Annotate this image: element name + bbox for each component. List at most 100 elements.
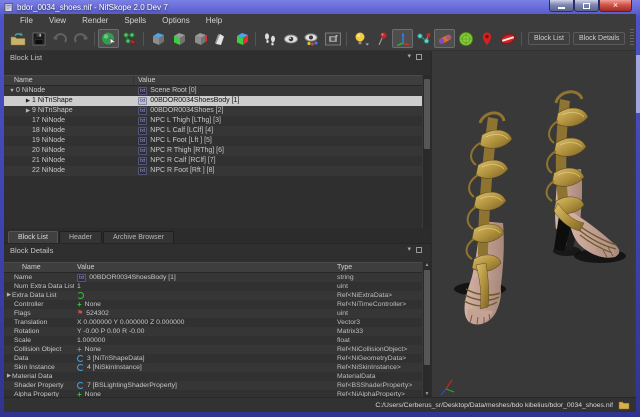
detail-row-scale[interactable]: Scale 1.000000 float — [4, 336, 422, 345]
radar-icon[interactable] — [455, 29, 476, 48]
camera-viewport-icon[interactable] — [322, 29, 343, 48]
folder-icon[interactable] — [618, 400, 630, 410]
tree-row-17-ninode[interactable]: 17 NiNode txtNPC L Thigh [LThg] [3] — [4, 116, 422, 126]
sandal-right — [547, 92, 626, 263]
tab-block-list[interactable]: Block List — [8, 231, 58, 243]
flag-icon: ⚑ — [77, 310, 83, 317]
detail-row-name[interactable]: Name txt00BDOR0034ShoesBody [1] string — [4, 273, 422, 282]
red-pin-icon[interactable] — [371, 29, 392, 48]
cube-top-blue-icon[interactable] — [147, 29, 168, 48]
string-icon: txt — [77, 274, 86, 282]
location-pin-icon[interactable] — [476, 29, 497, 48]
menu-spells[interactable]: Spells — [116, 14, 154, 27]
column-value[interactable]: Value — [74, 263, 334, 272]
tab-header[interactable]: Header — [59, 231, 102, 243]
cube-edge-red-icon[interactable] — [189, 29, 210, 48]
rgb-cube-icon[interactable] — [231, 29, 252, 48]
string-icon: txt — [138, 107, 147, 115]
no-sign-icon[interactable] — [497, 29, 518, 48]
expand-icon[interactable]: ▶ — [24, 106, 32, 116]
window-title: bdor_0034_shoes.nif - NifSkope 2.0 Dev 7 — [17, 3, 168, 12]
add-link-icon: + — [77, 301, 82, 309]
detail-row-translation[interactable]: Translation X 0.000000 Y 0.000000 Z 0.00… — [4, 318, 422, 327]
detail-row-flags[interactable]: Flags ⚑524302 uint — [4, 309, 422, 318]
block-list-scrollbar[interactable] — [422, 75, 430, 228]
tree-row-20-ninode[interactable]: 20 NiNode txtNPC R Thigh [RThg] [6] — [4, 146, 422, 156]
pick-object-icon[interactable] — [98, 29, 119, 48]
column-name[interactable]: Name — [4, 263, 74, 272]
menu-help[interactable]: Help — [198, 14, 230, 27]
column-type[interactable]: Type — [334, 263, 422, 272]
toggle-block-details-button[interactable]: Block Details — [573, 32, 625, 45]
footsteps-icon[interactable] — [259, 29, 280, 48]
pick-vertex-icon[interactable] — [119, 29, 140, 48]
expand-icon[interactable]: ▶ — [4, 372, 12, 381]
left-dock: Block List ▾ Name Value ▼0 NiNode txtSce… — [4, 51, 430, 397]
detail-row-shader-property[interactable]: Shader Property 7 [BSLightingShaderPrope… — [4, 381, 422, 390]
menubar: File View Render Spells Options Help — [4, 14, 636, 27]
render-viewport[interactable] — [430, 51, 634, 397]
open-folder-icon[interactable] — [7, 29, 28, 48]
toggle-block-list-button[interactable]: Block List — [528, 32, 570, 45]
tree-row-0-ninode[interactable]: ▼0 NiNode txtScene Root [0] — [4, 86, 422, 96]
panel-collapse-icon[interactable]: ▾ — [407, 246, 411, 254]
detail-row-data[interactable]: Data 3 [NiTriShapeData] Ref<NiGeometryDa… — [4, 354, 422, 363]
cube-face-green-icon[interactable] — [168, 29, 189, 48]
block-list-header[interactable]: Name Value — [4, 75, 422, 86]
node-pin-icon[interactable] — [413, 29, 434, 48]
string-icon: txt — [138, 167, 147, 175]
undo-icon[interactable] — [49, 29, 70, 48]
panel-collapse-icon[interactable]: ▾ — [407, 53, 411, 61]
minimize-button[interactable] — [549, 0, 574, 12]
detail-row-num-extra-data[interactable]: Num Extra Data List 1 uint — [4, 282, 422, 291]
block-details-scrollbar[interactable]: ▲ ▼ — [422, 262, 430, 397]
tree-row-1-nitrishape[interactable]: ▶1 NiTriShape txt00BDOR0034ShoesBody [1] — [4, 96, 422, 106]
eye-icon[interactable] — [280, 29, 301, 48]
redo-icon[interactable] — [70, 29, 91, 48]
eye-color-icon[interactable] — [301, 29, 322, 48]
menu-options[interactable]: Options — [154, 14, 198, 27]
detail-row-skin-instance[interactable]: Skin Instance 4 [NiSkinInstance] Ref<NiS… — [4, 363, 422, 372]
add-link-icon: + — [77, 346, 82, 354]
app-body: File View Render Spells Options Help — [4, 14, 636, 412]
tab-archive-browser[interactable]: Archive Browser — [103, 231, 174, 243]
tree-row-9-nitrishape[interactable]: ▶9 NiTriShape txt00BDOR0034Shoes [2] — [4, 106, 422, 116]
toolbar-grip[interactable] — [630, 29, 634, 47]
close-button[interactable]: × — [599, 0, 632, 12]
panel-float-icon[interactable] — [416, 247, 422, 253]
detail-row-material-data[interactable]: ▶Material Data MaterialData — [4, 372, 422, 381]
panel-float-icon[interactable] — [416, 54, 422, 60]
detail-row-rotation[interactable]: Rotation Y -0.00 P 0.00 R -0.00 Matrix33 — [4, 327, 422, 336]
detail-row-collision-object[interactable]: Collision Object +None Ref<NiCollisionOb… — [4, 345, 422, 354]
detail-row-alpha-property[interactable]: Alpha Property +None Ref<NiAlphaProperty… — [4, 390, 422, 397]
detail-row-controller[interactable]: Controller +None Ref<NiTimeController> — [4, 300, 422, 309]
column-value[interactable]: Value — [134, 76, 422, 85]
expand-icon[interactable]: ▶ — [4, 291, 12, 300]
block-details-title: Block Details ▾ — [4, 244, 430, 257]
expand-icon[interactable]: ▶ — [24, 96, 32, 106]
light-bulb-icon[interactable] — [350, 29, 371, 48]
column-name[interactable]: Name — [4, 76, 134, 85]
tree-row-18-ninode[interactable]: 18 NiNode txtNPC L Calf [LClf] [4] — [4, 126, 422, 136]
capsule-icon[interactable] — [434, 29, 455, 48]
tree-row-19-ninode[interactable]: 19 NiNode txtNPC L Foot [Lft ] [5] — [4, 136, 422, 146]
menu-file[interactable]: File — [12, 14, 41, 27]
string-icon: txt — [138, 87, 147, 95]
plane-arrow-icon[interactable] — [210, 29, 231, 48]
maximize-button[interactable] — [574, 0, 599, 12]
menu-render[interactable]: Render — [74, 14, 116, 27]
string-icon: txt — [138, 157, 147, 165]
toolbar-separator — [143, 32, 144, 46]
save-floppy-icon[interactable] — [28, 29, 49, 48]
tree-row-22-ninode[interactable]: 22 NiNode txtNPC R Foot [Rft ] [8] — [4, 166, 422, 176]
file-path: C:/Users/Cerberus_sr/Desktop/Data/meshes… — [375, 402, 613, 409]
block-list-title: Block List ▾ — [4, 51, 430, 64]
detail-row-extra-data-list[interactable]: ▶Extra Data List Ref<NiExtraData> — [4, 291, 422, 300]
xyz-axes-icon[interactable] — [392, 29, 413, 48]
titlebar[interactable]: bdor_0034_shoes.nif - NifSkope 2.0 Dev 7… — [0, 0, 640, 14]
app-icon — [4, 3, 13, 12]
block-details-header[interactable]: Name Value Type — [4, 262, 422, 273]
collapse-icon[interactable]: ▼ — [8, 86, 16, 96]
tree-row-21-ninode[interactable]: 21 NiNode txtNPC R Calf [RClf] [7] — [4, 156, 422, 166]
menu-view[interactable]: View — [41, 14, 74, 27]
